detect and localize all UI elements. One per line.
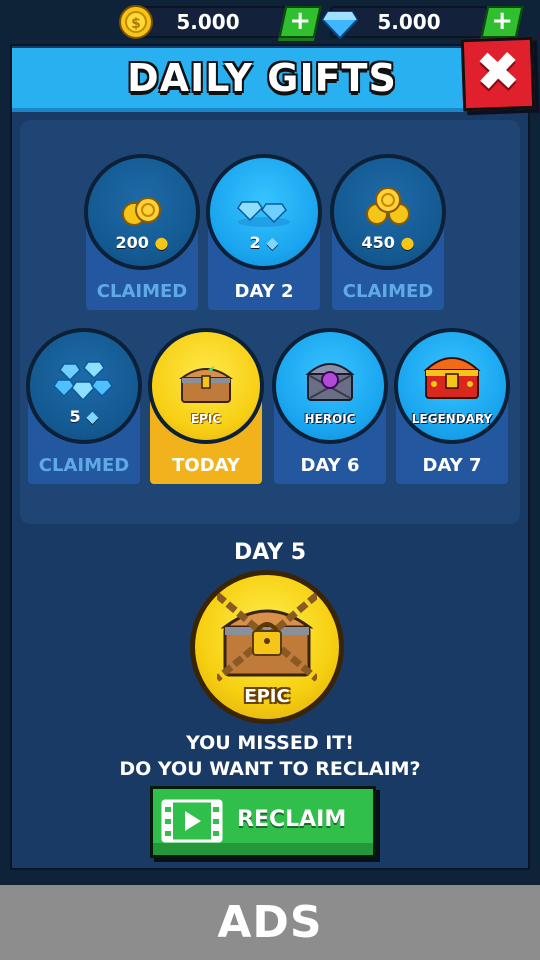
plus-icon: +: [491, 6, 513, 36]
reward-tier: HEROIC: [304, 412, 356, 426]
reclaim-label: RECLAIM: [237, 807, 347, 832]
reward-amount: 2 ◆: [249, 233, 279, 252]
close-icon: ✖: [474, 39, 522, 104]
reward-amount: 5 ◆: [69, 407, 99, 426]
video-play-icon: [161, 799, 223, 843]
reward-circle-today[interactable]: EPIC: [148, 328, 264, 444]
heroic-chest-icon: [305, 363, 355, 401]
add-coins-button[interactable]: +: [278, 6, 322, 38]
add-gems-button[interactable]: +: [480, 6, 524, 38]
missed-reward-tier: EPIC: [244, 686, 290, 707]
ad-banner-label: ADS: [217, 897, 323, 948]
missed-message-line2: DO YOU WANT TO RECLAIM?: [119, 758, 421, 780]
day-card-label: CLAIMED: [96, 281, 188, 302]
coin-pile-icon: [366, 187, 410, 225]
page-title: DAILY GIFTS: [127, 56, 397, 100]
plus-icon: +: [289, 6, 311, 36]
gem-pile-icon: [54, 361, 113, 402]
day-card-label: DAY 7: [422, 455, 482, 476]
day-card-label: TODAY: [172, 455, 240, 476]
reward-amount: 450 ●: [361, 233, 415, 252]
day-card-label: CLAIMED: [342, 281, 434, 302]
reward-circle-7: LEGENDARY: [394, 328, 510, 444]
epic-chest-icon: [178, 366, 234, 403]
svg-text:$: $: [131, 16, 141, 32]
missed-reward-circle: EPIC: [190, 570, 344, 724]
reward-circle-3: 450 ●: [330, 154, 446, 270]
button-shade: [153, 843, 373, 855]
reclaim-button[interactable]: RECLAIM: [150, 786, 376, 858]
missed-day-label: DAY 5: [233, 540, 307, 565]
reward-tier: LEGENDARY: [411, 412, 493, 426]
reward-amount: 200 ●: [115, 233, 169, 252]
reward-circle-4: 5 ◆: [26, 328, 142, 444]
day-card-label: DAY 2: [234, 281, 294, 302]
ad-banner[interactable]: ADS: [0, 885, 540, 960]
day-card-label: DAY 6: [300, 455, 360, 476]
legendary-chest-icon: [423, 357, 481, 399]
close-button[interactable]: ✖: [460, 36, 536, 112]
coin-icon: $: [119, 5, 153, 39]
reward-circle-2: 2 ◆: [206, 154, 322, 270]
reward-tier: EPIC: [190, 412, 222, 426]
locked-chest-icon: [217, 592, 317, 682]
gem-icon: [322, 11, 358, 40]
reward-circle-1: 200 ●: [84, 154, 200, 270]
gem-pair-icon: [237, 201, 290, 227]
reward-circle-6: HEROIC: [272, 328, 388, 444]
missed-message-line1: YOU MISSED IT!: [186, 732, 354, 754]
day-card-label: CLAIMED: [38, 455, 130, 476]
coin-stack-icon: [122, 197, 161, 226]
